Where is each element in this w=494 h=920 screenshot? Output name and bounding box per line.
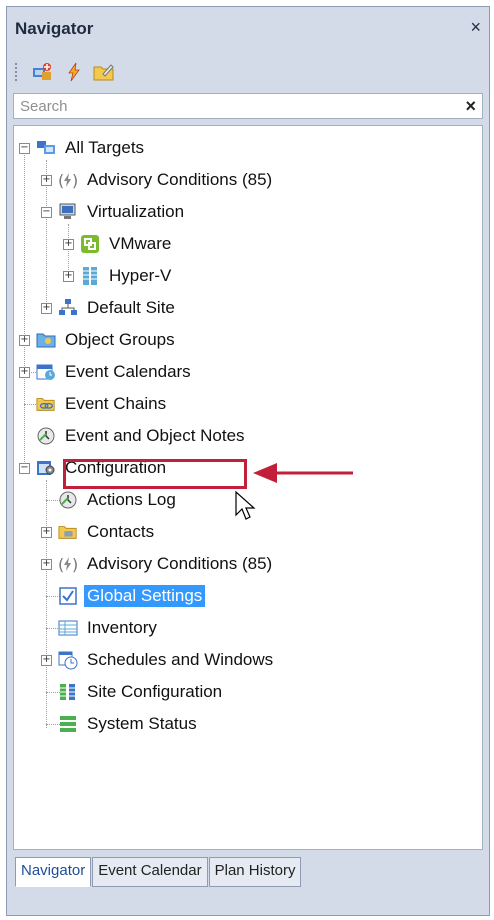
tree-item-label: Schedules and Windows xyxy=(87,650,274,669)
toolbar-grip[interactable] xyxy=(15,63,20,81)
event-calendars-icon xyxy=(36,362,56,382)
highlight-box xyxy=(63,459,247,489)
contacts-icon xyxy=(58,522,78,542)
collapse-toggle[interactable]: − xyxy=(19,143,30,154)
clear-search-icon[interactable]: × xyxy=(465,96,476,117)
tree-item-label: Event Chains xyxy=(65,394,167,413)
tree-item-label: VMware xyxy=(109,234,172,253)
vmware-icon xyxy=(80,234,100,254)
svg-text:(: ( xyxy=(58,171,64,190)
tree-item-actions-log[interactable]: Actions Log xyxy=(40,488,179,512)
expand-toggle[interactable]: + xyxy=(19,367,30,378)
tree-item-all-targets[interactable]: − All Targets xyxy=(18,136,147,160)
collapse-toggle[interactable]: − xyxy=(19,463,30,474)
tree-item-inventory[interactable]: Inventory xyxy=(40,616,160,640)
tree-item-label: Inventory xyxy=(87,618,157,637)
object-groups-icon xyxy=(36,330,56,350)
monitor-icon xyxy=(58,202,78,222)
navigator-panel: Navigator × × − All xyxy=(6,6,490,916)
tree-item-label: All Targets xyxy=(65,138,145,157)
tree-item-label: Virtualization xyxy=(87,202,185,221)
notes-icon xyxy=(36,426,56,446)
targets-icon xyxy=(36,138,56,158)
expand-toggle[interactable]: + xyxy=(41,303,52,314)
inventory-icon xyxy=(58,618,78,638)
tree-item-advisory-conditions[interactable]: + () Advisory Conditions (85) xyxy=(40,168,275,192)
lightning-icon[interactable] xyxy=(61,60,87,84)
tree-item-label: Object Groups xyxy=(65,330,175,349)
tree-item-contacts[interactable]: + Contacts xyxy=(40,520,157,544)
tree-item-label: Advisory Conditions (85) xyxy=(87,170,273,189)
tree-item-label: Hyper-V xyxy=(109,266,172,285)
actions-log-icon xyxy=(58,490,78,510)
bottom-tabs: Navigator Event Calendar Plan History xyxy=(15,857,302,887)
expand-toggle[interactable]: + xyxy=(41,559,52,570)
tree-item-global-settings[interactable]: Global Settings xyxy=(40,584,206,608)
tree-item-site-configuration[interactable]: Site Configuration xyxy=(40,680,225,704)
tab-navigator[interactable]: Navigator xyxy=(15,857,92,887)
event-chains-icon xyxy=(36,394,56,414)
svg-text:(: ( xyxy=(58,555,64,574)
tree-item-system-status[interactable]: System Status xyxy=(40,712,200,736)
mouse-cursor-icon xyxy=(235,491,256,520)
tree-item-vmware[interactable]: + VMware xyxy=(62,232,174,256)
tree-item-object-groups[interactable]: + Object Groups xyxy=(18,328,178,352)
expand-toggle[interactable]: + xyxy=(19,335,30,346)
tab-event-calendar[interactable]: Event Calendar xyxy=(92,857,208,887)
tree-item-label: System Status xyxy=(87,714,197,733)
schedules-icon xyxy=(58,650,78,670)
system-status-icon xyxy=(58,714,78,734)
collapse-toggle[interactable]: − xyxy=(41,207,52,218)
toolbar xyxy=(7,51,489,93)
add-target-icon[interactable] xyxy=(29,60,55,84)
hyperv-icon xyxy=(80,266,100,286)
tree-item-label: Actions Log xyxy=(87,490,176,509)
expand-toggle[interactable]: + xyxy=(41,175,52,186)
tree-item-label: Advisory Conditions (85) xyxy=(87,554,273,573)
tree-item-event-object-notes[interactable]: Event and Object Notes xyxy=(18,424,248,448)
search-input[interactable] xyxy=(14,94,444,118)
tree-item-label: Default Site xyxy=(87,298,175,317)
tree-item-default-site[interactable]: + Default Site xyxy=(40,296,178,320)
svg-text:): ) xyxy=(72,171,78,190)
tab-plan-history[interactable]: Plan History xyxy=(208,857,302,887)
expand-toggle[interactable]: + xyxy=(63,239,74,250)
advisory-icon: () xyxy=(58,170,78,190)
expand-toggle[interactable]: + xyxy=(63,271,74,282)
panel-titlebar: Navigator × xyxy=(7,7,489,51)
tree-item-event-calendars[interactable]: + Event Calendars xyxy=(18,360,194,384)
expand-toggle[interactable]: + xyxy=(41,655,52,666)
configuration-icon xyxy=(36,458,56,478)
expand-toggle[interactable]: + xyxy=(41,527,52,538)
tree-item-hyper-v[interactable]: + Hyper-V xyxy=(62,264,174,288)
advisory-icon: () xyxy=(58,554,78,574)
annotation-arrow xyxy=(253,463,353,483)
checkbox-icon xyxy=(58,586,78,606)
tree-item-schedules-windows[interactable]: + Schedules and Windows xyxy=(40,648,276,672)
search-box: × xyxy=(13,93,483,119)
tree-item-label: Global Settings xyxy=(84,585,206,607)
tree-item-label: Contacts xyxy=(87,522,155,541)
close-icon[interactable]: × xyxy=(470,17,481,38)
svg-text:): ) xyxy=(72,555,78,574)
tree-item-label: Event Calendars xyxy=(65,362,191,381)
tree-item-virtualization[interactable]: − Virtualization xyxy=(40,200,187,224)
panel-title: Navigator xyxy=(15,19,94,38)
tree-item-label: Event and Object Notes xyxy=(65,426,245,445)
tree-item-label: Site Configuration xyxy=(87,682,223,701)
tree-item-event-chains[interactable]: Event Chains xyxy=(18,392,169,416)
tree-item-advisory-conditions-config[interactable]: + () Advisory Conditions (85) xyxy=(40,552,275,576)
folder-edit-icon[interactable] xyxy=(91,60,117,84)
site-icon xyxy=(58,298,78,318)
site-config-icon xyxy=(58,682,78,702)
